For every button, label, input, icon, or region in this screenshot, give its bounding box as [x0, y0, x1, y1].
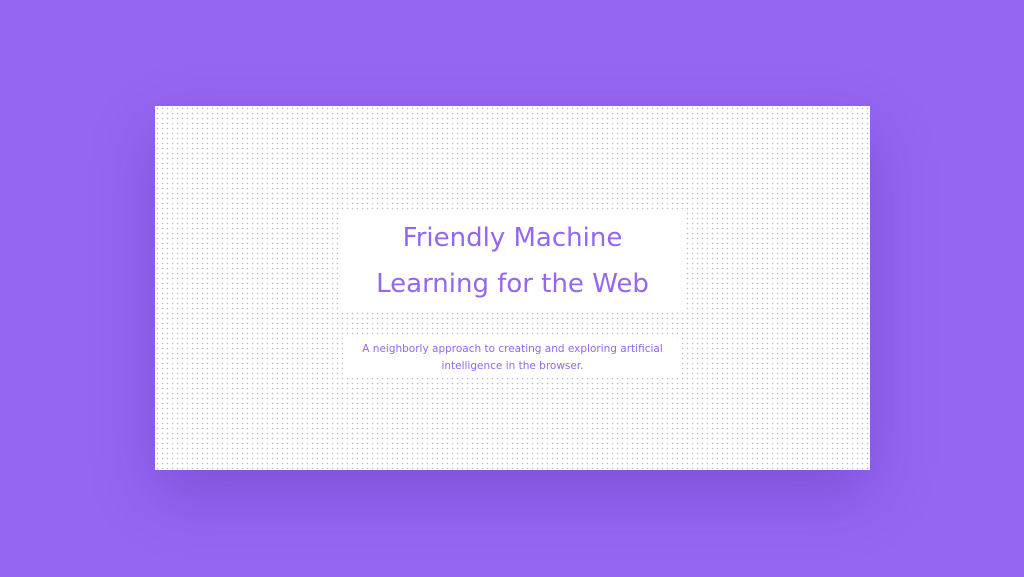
subtitle-box: A neighborly approach to creating and ex…	[343, 338, 682, 378]
hero-subtitle: A neighborly approach to creating and ex…	[362, 341, 662, 375]
hero-title-line-2: Learning for the Web	[376, 269, 649, 299]
title-box: Friendly Machine Learning for the Web	[341, 210, 684, 312]
hero-subtitle-line-1: A neighborly approach to creating and ex…	[362, 343, 663, 355]
hero-card: Friendly Machine Learning for the Web A …	[155, 106, 870, 470]
page-background: { "hero": { "title_line1": "Friendly Mac…	[0, 0, 1024, 577]
hero-title: Friendly Machine Learning for the Web	[376, 215, 649, 307]
hero-title-line-1: Friendly Machine	[402, 223, 623, 253]
hero-subtitle-line-2: intelligence in the browser.	[441, 360, 584, 372]
